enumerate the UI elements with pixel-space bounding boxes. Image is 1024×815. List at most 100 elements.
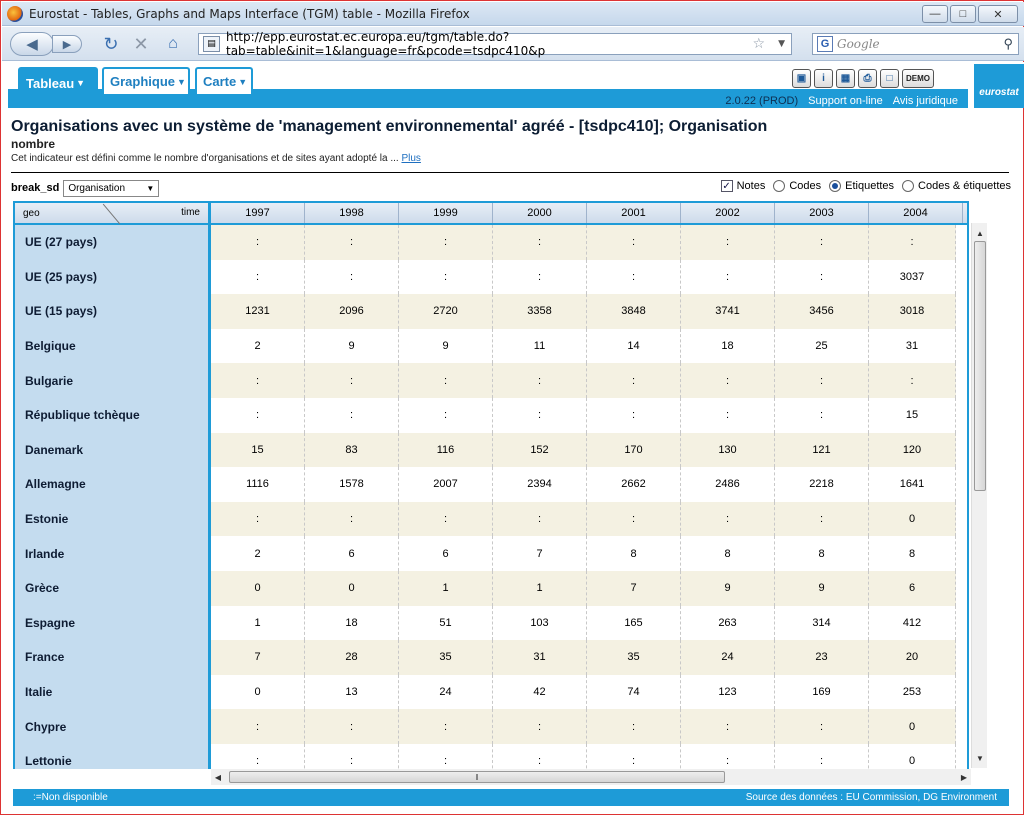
support-link[interactable]: Support on-line bbox=[808, 95, 883, 107]
table-cell: : bbox=[211, 743, 305, 769]
row-header[interactable]: Chypre bbox=[15, 709, 211, 744]
forward-button[interactable]: ▶ bbox=[52, 35, 82, 53]
year-header[interactable]: 1999 bbox=[399, 203, 493, 223]
table-cell: 9 bbox=[681, 570, 775, 606]
horizontal-scroll-thumb[interactable]: ‖ bbox=[229, 771, 725, 783]
vertical-scroll-thumb[interactable] bbox=[974, 241, 986, 491]
url-dropdown-icon[interactable]: ▼ bbox=[778, 39, 785, 49]
row-header[interactable]: UE (15 pays) bbox=[15, 294, 211, 329]
table-cell: : bbox=[305, 501, 399, 537]
row-header[interactable]: Espagne bbox=[15, 605, 211, 641]
row-header[interactable]: UE (27 pays) bbox=[15, 225, 211, 260]
google-engine-icon[interactable]: G bbox=[817, 36, 833, 52]
year-header[interactable]: 2002 bbox=[681, 203, 775, 223]
table-row: UE (25 pays):::::::3037 bbox=[15, 259, 967, 295]
table-cell: : bbox=[681, 743, 775, 769]
demo-button[interactable]: DEMO bbox=[902, 69, 934, 88]
reload-button[interactable]: ↻ bbox=[100, 33, 122, 55]
more-link[interactable]: Plus bbox=[401, 153, 420, 164]
row-header[interactable]: Italie bbox=[15, 674, 211, 710]
row-header[interactable]: République tchèque bbox=[15, 397, 211, 433]
table-cell: 31 bbox=[869, 328, 956, 364]
home-button[interactable]: ⌂ bbox=[162, 33, 184, 55]
url-bar[interactable]: ▤ http://epp.eurostat.ec.europa.eu/tgm/t… bbox=[198, 30, 792, 58]
search-box[interactable]: G Google ⚲ bbox=[812, 33, 1019, 55]
tab-graphique[interactable]: Graphique ▼ bbox=[102, 67, 190, 94]
eurostat-logo[interactable]: eurostat bbox=[974, 64, 1024, 108]
table-row: Irlande 2 6 6 7 8 8 8 8 bbox=[15, 536, 967, 571]
save-icon[interactable]: ▦ bbox=[836, 69, 855, 88]
table-cell: 1 bbox=[211, 605, 305, 641]
fullscreen-icon[interactable]: ▣ bbox=[792, 69, 811, 88]
scroll-right-icon[interactable]: ▶ bbox=[957, 769, 971, 785]
page-subtitle: nombre bbox=[11, 137, 56, 151]
table-cell: 2218 bbox=[775, 467, 869, 502]
scroll-up-icon[interactable]: ▲ bbox=[972, 225, 988, 241]
codes-radio[interactable] bbox=[773, 180, 786, 192]
year-header[interactable]: 1998 bbox=[305, 203, 399, 223]
search-placeholder: Google bbox=[837, 37, 880, 51]
year-header[interactable]: 2004 bbox=[869, 203, 963, 223]
break-sd-label: break_sd bbox=[11, 182, 60, 194]
folder-icon[interactable]: □ bbox=[880, 69, 899, 88]
bookmark-star-icon[interactable]: ☆ bbox=[752, 36, 765, 52]
vertical-scrollbar[interactable]: ▲ ▼ bbox=[971, 223, 987, 768]
back-button[interactable]: ◀ bbox=[10, 32, 54, 56]
row-header[interactable]: Estonie bbox=[15, 501, 211, 537]
maximize-button[interactable]: □ bbox=[950, 5, 976, 23]
tab-carte[interactable]: Carte ▼ bbox=[195, 67, 253, 94]
table-cell: 51 bbox=[399, 605, 493, 641]
table-cell: 9 bbox=[399, 328, 493, 364]
tab-tableau[interactable]: Tableau ▼ bbox=[18, 67, 98, 97]
table-cell: 18 bbox=[305, 605, 399, 641]
notes-checkbox[interactable]: ✓ bbox=[720, 180, 733, 192]
row-header[interactable]: Allemagne bbox=[15, 467, 211, 502]
break-sd-select[interactable]: Organisation ▼ bbox=[63, 179, 160, 197]
legal-link[interactable]: Avis juridique bbox=[893, 95, 958, 107]
table-cell: : bbox=[493, 709, 587, 744]
row-header[interactable]: Grèce bbox=[15, 570, 211, 606]
table-body: UE (27 pays):::::::: UE (25 pays):::::::3… bbox=[15, 225, 967, 769]
footer-bar: :=Non disponible Source des données : EU… bbox=[13, 789, 1009, 806]
row-header[interactable]: Irlande bbox=[15, 536, 211, 571]
row-header[interactable]: Bulgarie bbox=[15, 363, 211, 398]
table-cell: : bbox=[681, 225, 775, 260]
table-cell: 13 bbox=[305, 674, 399, 710]
table-cell: : bbox=[775, 363, 869, 398]
year-header[interactable]: 1997 bbox=[211, 203, 305, 223]
info-icon[interactable]: i bbox=[814, 69, 833, 88]
search-icon[interactable]: ⚲ bbox=[1003, 37, 1013, 52]
row-header[interactable]: Lettonie bbox=[15, 743, 211, 769]
table-cell: 0 bbox=[211, 674, 305, 710]
row-header[interactable]: UE (25 pays) bbox=[15, 259, 211, 295]
table-cell: : bbox=[211, 225, 305, 260]
row-header[interactable]: Danemark bbox=[15, 432, 211, 468]
table-cell: : bbox=[305, 225, 399, 260]
horizontal-scrollbar[interactable]: ◀ ‖ ▶ bbox=[211, 769, 971, 785]
table-row: France 7 28 35 31 35 24 23 20 bbox=[15, 640, 967, 675]
labels-radio[interactable] bbox=[829, 180, 842, 192]
year-header[interactable]: 2000 bbox=[493, 203, 587, 223]
minimize-button[interactable]: — bbox=[922, 5, 948, 23]
back-arrow-icon: ◀ bbox=[26, 36, 38, 53]
print-icon[interactable]: ⎙ bbox=[858, 69, 877, 88]
table-row: Bulgarie:::::::: bbox=[15, 363, 967, 398]
row-header[interactable]: Belgique bbox=[15, 328, 211, 364]
year-header[interactable]: 2003 bbox=[775, 203, 869, 223]
table-row: Grèce 0 0 1 1 7 9 9 6 bbox=[15, 570, 967, 606]
table-cell: 1231 bbox=[211, 294, 305, 329]
version-text: 2.0.22 (PROD) bbox=[725, 95, 799, 107]
codes-labels-radio[interactable] bbox=[902, 180, 915, 192]
table-cell: 123 bbox=[681, 674, 775, 710]
row-header[interactable]: France bbox=[15, 640, 211, 675]
stop-button[interactable]: ✕ bbox=[130, 33, 152, 55]
table-cell: : bbox=[869, 225, 956, 260]
page-description: Cet indicateur est défini comme le nombr… bbox=[11, 153, 1009, 164]
year-header[interactable]: 2001 bbox=[587, 203, 681, 223]
table-cell: 31 bbox=[493, 640, 587, 675]
scroll-left-icon[interactable]: ◀ bbox=[211, 769, 225, 785]
table-cell: : bbox=[211, 259, 305, 295]
scroll-down-icon[interactable]: ▼ bbox=[972, 750, 988, 766]
close-button[interactable]: ✕ bbox=[978, 5, 1018, 23]
tab-graphique-label: Graphique bbox=[110, 74, 176, 89]
